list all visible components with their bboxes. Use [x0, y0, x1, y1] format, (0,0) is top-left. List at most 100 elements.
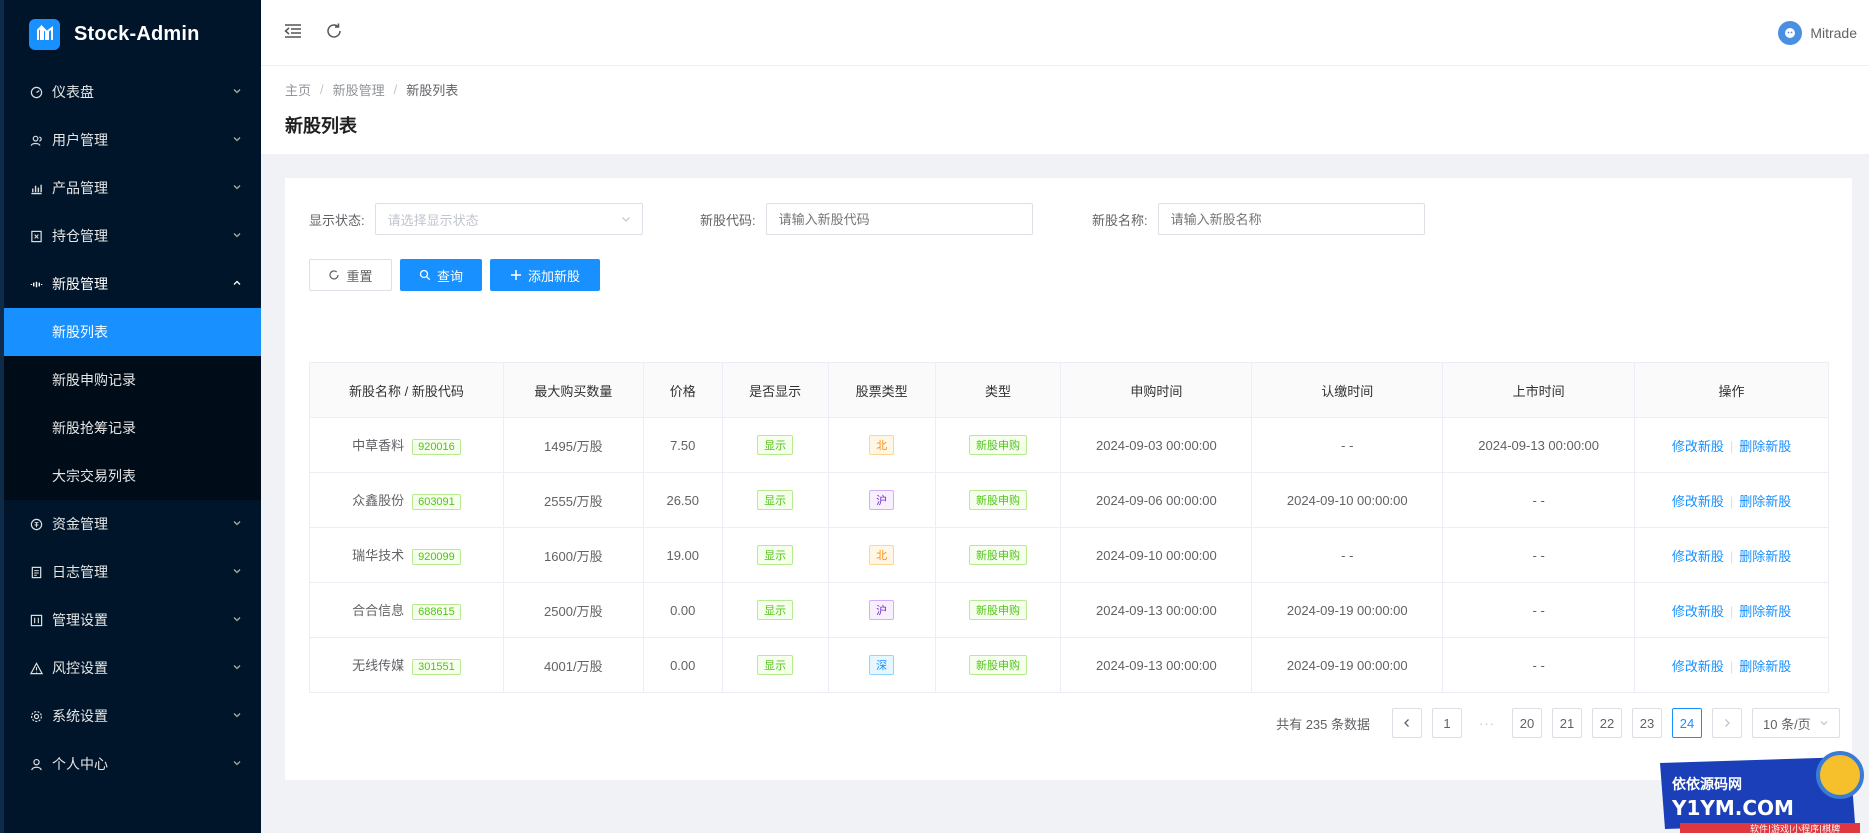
prev-page-button[interactable] [1392, 708, 1422, 738]
user-group-icon [28, 132, 44, 148]
stock-type-tag: 北 [869, 435, 895, 455]
sidebar-item-ipo[interactable]: 新股管理 [0, 260, 261, 308]
chevron-down-icon [233, 233, 241, 238]
sidebar-item-label: 风控设置 [52, 660, 108, 676]
dashboard-icon [28, 84, 44, 100]
table-row: 瑞华技术 920099 1600/万股 19.00 显示 北 新股申购 2024-… [309, 527, 1829, 583]
edit-ipo-link[interactable]: 修改新股 [1672, 439, 1724, 454]
svg-text:软件|游戏|小程序|棋牌: 软件|游戏|小程序|棋牌 [1750, 823, 1840, 833]
delete-ipo-link[interactable]: 删除新股 [1739, 494, 1791, 509]
chevron-down-icon [233, 665, 241, 670]
sidebar-item-label: 产品管理 [52, 180, 108, 196]
next-page-button[interactable] [1712, 708, 1742, 738]
page-size-select[interactable]: 10 条/页 [1752, 708, 1840, 738]
sidebar-item-ipo-subscriptions[interactable]: 新股申购记录 [0, 356, 261, 404]
collapse-menu-icon[interactable] [282, 20, 304, 42]
query-button[interactable]: 查询 [400, 259, 482, 291]
breadcrumb-home[interactable]: 主页 [285, 80, 311, 99]
apply-time: 2024-09-10 00:00:00 [1060, 527, 1253, 583]
code-filter: 新股代码: [700, 203, 1033, 235]
ipo-code-tag: 603091 [412, 494, 461, 510]
chevron-down-icon [1820, 721, 1828, 726]
name-input[interactable] [1157, 203, 1425, 235]
column-header: 新股名称 / 新股代码 [309, 362, 504, 418]
price: 0.00 [642, 582, 723, 638]
page-button-current[interactable]: 24 [1672, 708, 1702, 738]
logo[interactable]: Stock-Admin [0, 0, 261, 68]
table-header-row: 新股名称 / 新股代码 最大购买数量 价格 是否显示 股票类型 类型 申购时间 … [309, 362, 1829, 418]
sidebar-item-system[interactable]: 系统设置 [0, 692, 261, 740]
sidebar-item-label: 用户管理 [52, 132, 108, 148]
name-filter-label: 新股名称: [1092, 212, 1148, 228]
page-ellipsis[interactable]: ··· [1472, 708, 1502, 738]
max-quantity: 4001/万股 [502, 637, 644, 693]
reset-icon [328, 269, 340, 281]
column-header: 股票类型 [827, 362, 936, 418]
visibility-tag: 显示 [757, 490, 794, 510]
chevron-down-icon [233, 617, 241, 622]
listing-time: 2024-09-13 00:00:00 [1442, 417, 1636, 473]
page-button[interactable]: 21 [1552, 708, 1582, 738]
delete-ipo-link[interactable]: 删除新股 [1739, 659, 1791, 674]
page-button[interactable]: 1 [1432, 708, 1462, 738]
gear-icon [28, 708, 44, 724]
reset-button[interactable]: 重置 [309, 259, 392, 291]
sidebar-item-products[interactable]: 产品管理 [0, 164, 261, 212]
user-menu[interactable]: Mitrade [1778, 21, 1857, 45]
page-button[interactable]: 23 [1632, 708, 1662, 738]
column-header: 上市时间 [1442, 362, 1636, 418]
code-input[interactable] [765, 203, 1033, 235]
delete-ipo-link[interactable]: 删除新股 [1739, 439, 1791, 454]
sidebar-item-label: 大宗交易列表 [52, 468, 136, 484]
chevron-down-icon [621, 217, 630, 222]
sidebar-item-users[interactable]: 用户管理 [0, 116, 261, 164]
sidebar-item-funds[interactable]: 资金管理 [0, 500, 261, 548]
breadcrumb-current: 新股列表 [406, 83, 459, 98]
sidebar-item-label: 仪表盘 [52, 84, 94, 100]
chevron-down-icon [233, 185, 241, 190]
ipo-code-tag: 920016 [412, 439, 461, 455]
chevron-down-icon [233, 761, 241, 766]
delete-ipo-link[interactable]: 删除新股 [1739, 604, 1791, 619]
status-select[interactable]: 请选择显示状态 [374, 203, 643, 235]
chevron-down-icon [233, 89, 241, 94]
ipo-name: 合合信息 [352, 603, 405, 618]
page-button[interactable]: 22 [1592, 708, 1622, 738]
action-divider: | [1729, 438, 1734, 454]
table-row: 合合信息 688615 2500/万股 0.00 显示 沪 新股申购 2024-0… [309, 582, 1829, 638]
add-ipo-button[interactable]: 添加新股 [490, 259, 600, 291]
page-size-value: 10 条/页 [1763, 716, 1811, 732]
payment-time: 2024-09-19 00:00:00 [1251, 582, 1444, 638]
type-tag: 新股申购 [969, 435, 1028, 455]
search-icon [419, 269, 431, 281]
sidebar-item-profile[interactable]: 个人中心 [0, 740, 261, 788]
payment-time: 2024-09-19 00:00:00 [1251, 637, 1444, 693]
delete-ipo-link[interactable]: 删除新股 [1739, 549, 1791, 564]
sidebar-item-risk[interactable]: 风控设置 [0, 644, 261, 692]
sidebar-item-admin-settings[interactable]: 管理设置 [0, 596, 261, 644]
edit-ipo-link[interactable]: 修改新股 [1672, 494, 1724, 509]
sidebar-item-label: 资金管理 [52, 516, 108, 532]
page-button[interactable]: 20 [1512, 708, 1542, 738]
sidebar-item-positions[interactable]: 持仓管理 [0, 212, 261, 260]
breadcrumb-ipo-management[interactable]: 新股管理 [333, 80, 385, 99]
sidebar-item-label: 新股管理 [52, 276, 108, 292]
edit-ipo-link[interactable]: 修改新股 [1672, 549, 1724, 564]
sidebar-item-ipo-grabs[interactable]: 新股抢筹记录 [0, 404, 261, 452]
price: 7.50 [642, 417, 723, 473]
refresh-icon[interactable] [323, 20, 345, 42]
reset-button-label: 重置 [346, 268, 373, 284]
sidebar-item-label: 新股抢筹记录 [52, 420, 136, 436]
payment-time: - - [1251, 417, 1444, 473]
visibility-tag: 显示 [757, 545, 794, 565]
edit-ipo-link[interactable]: 修改新股 [1672, 659, 1724, 674]
edit-ipo-link[interactable]: 修改新股 [1672, 604, 1724, 619]
app-title: Stock-Admin [74, 22, 200, 45]
name-filter: 新股名称: [1092, 203, 1425, 235]
sidebar-item-dashboard[interactable]: 仪表盘 [0, 68, 261, 116]
apply-time: 2024-09-13 00:00:00 [1060, 582, 1253, 638]
sidebar-item-logs[interactable]: 日志管理 [0, 548, 261, 596]
sidebar-item-ipo-list[interactable]: 新股列表 [4, 308, 261, 356]
chevron-down-icon [233, 521, 241, 526]
sidebar-item-block-trades[interactable]: 大宗交易列表 [0, 452, 261, 500]
